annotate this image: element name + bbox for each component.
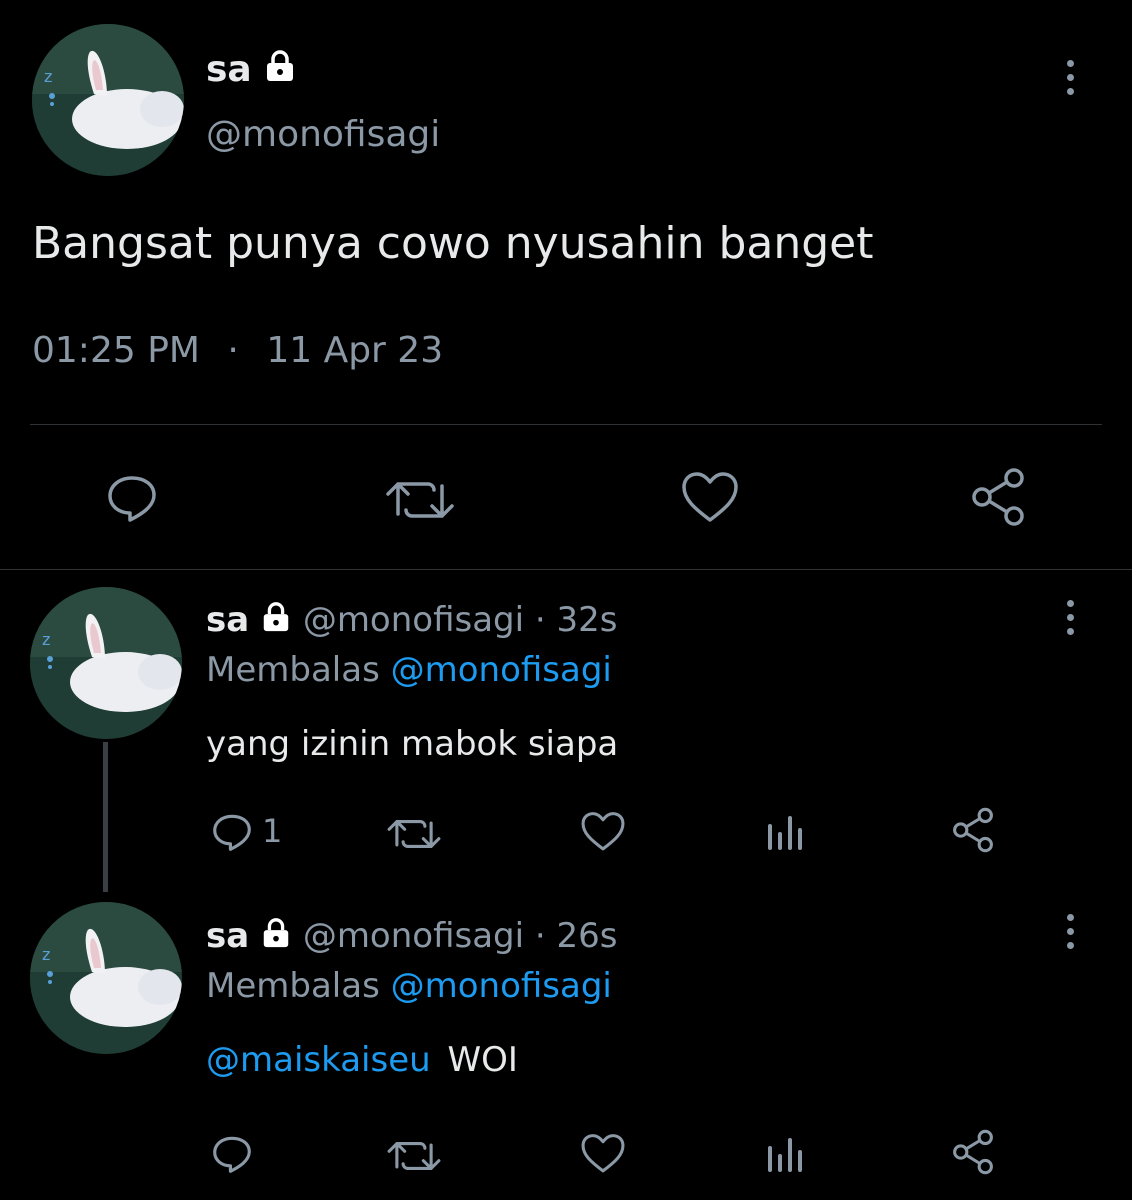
reply-display-name[interactable]: sa bbox=[206, 916, 249, 956]
reply-text: yang izinin mabok siapa bbox=[206, 724, 619, 764]
reply-avatar[interactable]: z bbox=[30, 902, 182, 1054]
section-divider bbox=[0, 569, 1132, 570]
replying-to-link[interactable]: @monofisagi bbox=[391, 650, 612, 690]
analytics-icon[interactable] bbox=[766, 812, 806, 852]
reply-body: WOI bbox=[447, 1040, 518, 1080]
retweet-icon[interactable] bbox=[386, 1134, 442, 1178]
reply-icon[interactable] bbox=[210, 1132, 254, 1176]
author-line: sa bbox=[206, 48, 297, 94]
tweet-time: 01:25 PM bbox=[32, 330, 200, 371]
reply-avatar[interactable]: z bbox=[30, 587, 182, 739]
reply-count: 1 bbox=[262, 812, 283, 850]
svg-text:z: z bbox=[42, 945, 50, 964]
svg-text:z: z bbox=[42, 630, 50, 649]
reply-header: sa @monofisagi · 32s bbox=[206, 598, 618, 644]
retweet-icon[interactable] bbox=[386, 812, 442, 856]
like-icon[interactable] bbox=[680, 470, 740, 526]
avatar-image: z bbox=[30, 587, 182, 739]
thread-line bbox=[103, 742, 108, 892]
avatar-image: z bbox=[32, 24, 184, 176]
lock-icon bbox=[263, 49, 297, 94]
lock-icon bbox=[260, 600, 292, 644]
mention-link[interactable]: @maiskaiseu bbox=[206, 1040, 431, 1080]
reply-text: @maiskaiseu WOI bbox=[206, 1038, 518, 1082]
svg-text:z: z bbox=[44, 67, 52, 86]
more-options-icon[interactable] bbox=[1060, 60, 1080, 95]
timestamp: 01:25 PM · 11 Apr 23 bbox=[32, 330, 443, 371]
avatar[interactable]: z bbox=[32, 24, 184, 176]
analytics-icon[interactable] bbox=[766, 1134, 806, 1174]
reply-icon[interactable] bbox=[104, 470, 160, 526]
replying-to-link[interactable]: @monofisagi bbox=[391, 966, 612, 1006]
retweet-icon[interactable] bbox=[384, 472, 456, 528]
tweet-text: Bangsat punya cowo nyusahin banget bbox=[32, 218, 874, 269]
reply-dot: · bbox=[534, 916, 546, 956]
handle[interactable]: @monofisagi bbox=[206, 114, 440, 155]
reply-display-name[interactable]: sa bbox=[206, 600, 249, 640]
replying-to: Membalas @monofisagi bbox=[206, 648, 612, 692]
tweet-date: 11 Apr 23 bbox=[266, 330, 444, 371]
reply-icon[interactable] bbox=[210, 810, 254, 854]
display-name[interactable]: sa bbox=[206, 49, 252, 90]
reply-header: sa @monofisagi · 26s bbox=[206, 914, 618, 960]
divider bbox=[30, 424, 1102, 425]
replying-to: Membalas @monofisagi bbox=[206, 964, 612, 1008]
reply-handle[interactable]: @monofisagi bbox=[303, 600, 524, 640]
like-icon[interactable] bbox=[580, 1132, 626, 1176]
share-icon[interactable] bbox=[950, 1128, 996, 1176]
reply-age[interactable]: 26s bbox=[557, 916, 618, 956]
reply-age[interactable]: 32s bbox=[557, 600, 618, 640]
lock-icon bbox=[260, 916, 292, 960]
more-options-icon[interactable] bbox=[1060, 600, 1080, 635]
share-icon[interactable] bbox=[950, 806, 996, 854]
reply-handle[interactable]: @monofisagi bbox=[303, 916, 524, 956]
replying-label: Membalas bbox=[206, 650, 380, 690]
like-icon[interactable] bbox=[580, 810, 626, 854]
more-options-icon[interactable] bbox=[1060, 914, 1080, 949]
timestamp-separator: · bbox=[227, 330, 239, 371]
share-icon[interactable] bbox=[968, 466, 1028, 528]
avatar-image: z bbox=[30, 902, 182, 1054]
reply-dot: · bbox=[534, 600, 546, 640]
replying-label: Membalas bbox=[206, 966, 380, 1006]
